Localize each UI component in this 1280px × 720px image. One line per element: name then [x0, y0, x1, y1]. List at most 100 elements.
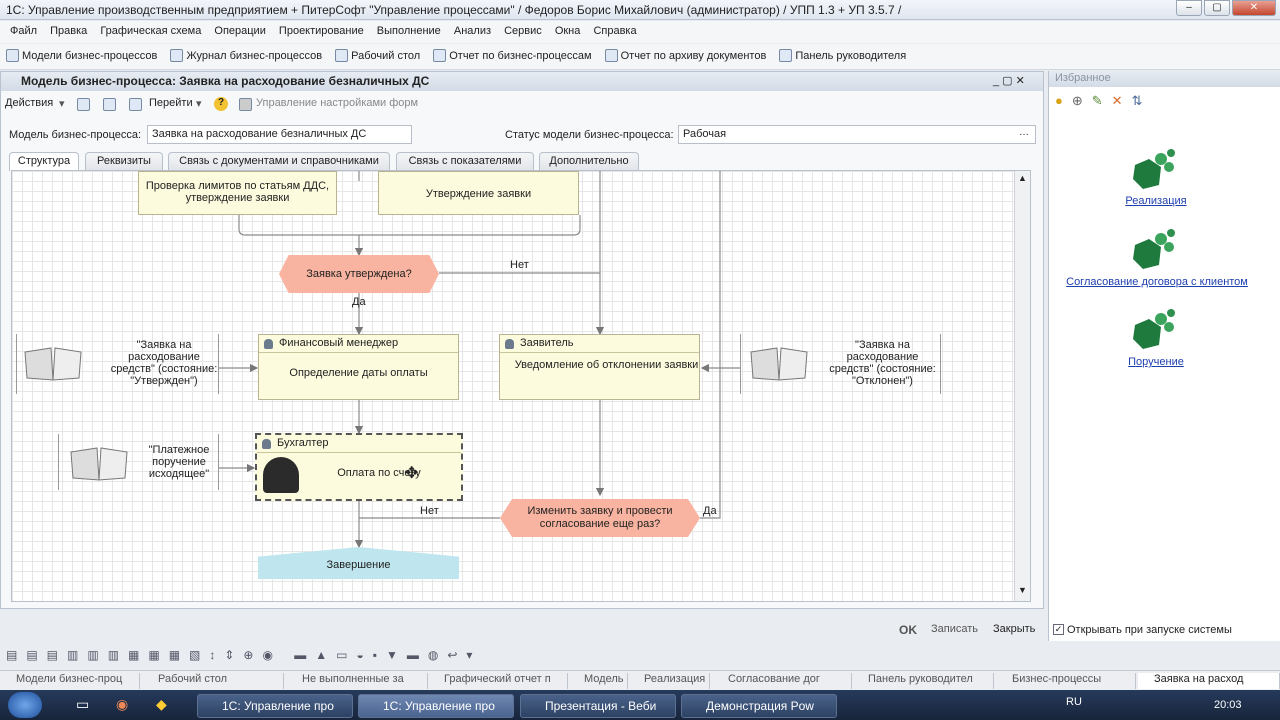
open-on-start-label: Открывать при запуске системы [1067, 624, 1232, 636]
shortcut-process-models[interactable]: Модели бизнес-процессов [0, 44, 161, 62]
document-window: Модель бизнес-процесса: Заявка на расход… [0, 71, 1044, 637]
app-icon[interactable]: ◆ [156, 696, 167, 713]
save-button[interactable]: Записать [931, 623, 978, 635]
favorite-task[interactable]: Поручение [1109, 356, 1203, 368]
shortcut-archive-report[interactable]: Отчет по архиву документов [599, 44, 771, 62]
business-process-icon [1133, 229, 1175, 269]
doc-window-controls[interactable]: _ ▢ ✕ [993, 74, 1025, 87]
tab-doc-links[interactable]: Связь с документами и справочниками [168, 152, 390, 170]
menu-windows[interactable]: Окна [550, 21, 586, 37]
goto-icon[interactable] [129, 98, 142, 111]
scroll-up-icon[interactable]: ▲ [1018, 173, 1027, 183]
manager-icon [779, 49, 793, 62]
shortcut-process-journal[interactable]: Журнал бизнес-процессов [164, 44, 326, 62]
window-tab[interactable]: Не выполненные за [286, 673, 428, 689]
doc-request-rejected[interactable]: "Заявка на расходование средств" (состоя… [740, 334, 941, 394]
tab-attributes[interactable]: Реквизиты [85, 152, 163, 170]
taskbar-app-demo[interactable]: Демонстрация Pow [681, 694, 837, 718]
title-bar: 1С: Управление производственным предприя… [0, 0, 1280, 20]
refresh-icon[interactable] [103, 98, 116, 111]
os-taskbar: ▭ ◉ ◆ 1С: Управление про 1С: Управление … [0, 690, 1280, 720]
open-windows-bar: Модели бизнес-проц Рабочий стол Не выпол… [0, 670, 1280, 690]
window-tab[interactable]: Модели бизнес-проц [0, 673, 140, 689]
document-icon [70, 447, 128, 481]
tab-additional[interactable]: Дополнительно [539, 152, 639, 170]
edit-icon: ✎ [1091, 93, 1112, 108]
decision-change-request[interactable]: Изменить заявку и провести согласование … [500, 499, 700, 537]
menu-execution[interactable]: Выполнение [372, 21, 446, 37]
menu-edit[interactable]: Правка [45, 21, 92, 37]
minimize-button[interactable]: – [1176, 0, 1202, 16]
menu-file[interactable]: Файл [0, 21, 42, 37]
explorer-icon[interactable]: ▭ [76, 696, 89, 713]
document-icon [750, 347, 808, 381]
close-window-button[interactable]: ✕ [1232, 0, 1276, 16]
doc-request-approved[interactable]: "Заявка на расходование средств" (состоя… [16, 334, 219, 394]
favorite-contract-approval[interactable]: Согласование договора с клиентом [1057, 276, 1257, 288]
ok-button[interactable]: OK [899, 623, 917, 637]
status-select-button[interactable]: … [1019, 127, 1029, 138]
task-approve[interactable]: Утверждение заявки [378, 171, 579, 215]
label-no-2: Нет [420, 505, 439, 517]
start-button[interactable] [8, 692, 42, 718]
open-on-start-checkbox[interactable]: ✓ [1053, 624, 1064, 635]
language-indicator[interactable]: RU [1066, 696, 1082, 708]
model-name-field[interactable]: Заявка на расходование безналичных ДС [147, 125, 412, 144]
shortcut-toolbar: Модели бизнес-процессов Журнал бизнес-пр… [0, 44, 1280, 70]
menu-operations[interactable]: Операции [209, 21, 270, 37]
user-icon [505, 339, 514, 349]
tab-structure[interactable]: Структура [9, 152, 79, 171]
diagram-canvas[interactable]: Проверка лимитов по статьям ДДС, утвержд… [11, 170, 1031, 602]
decision-approved[interactable]: Заявка утверждена? [279, 255, 439, 293]
help-icon: ● [1055, 93, 1072, 108]
task-financial-manager[interactable]: Финансовый менеджер Определение даты опл… [258, 334, 459, 400]
business-process-icon [1133, 149, 1175, 189]
task-accountant[interactable]: Бухгалтер Оплата по счету ✥ [255, 433, 463, 501]
window-tab[interactable]: Модель [568, 673, 628, 689]
menu-analysis[interactable]: Анализ [449, 21, 496, 37]
window-tab[interactable]: Рабочий стол [142, 673, 284, 689]
goto-menu[interactable]: Перейти [149, 97, 193, 109]
window-tab[interactable]: Бизнес-процессы [996, 673, 1136, 689]
shortcut-process-report[interactable]: Отчет по бизнес-процессам [427, 44, 595, 62]
browser-icon[interactable]: ◉ [116, 696, 128, 713]
tab-indicator-links[interactable]: Связь с показателями [396, 152, 534, 170]
menu-service[interactable]: Сервис [499, 21, 547, 37]
move-cursor-icon: ✥ [405, 465, 419, 482]
label-yes-1: Да [352, 296, 366, 308]
task-check-limits[interactable]: Проверка лимитов по статьям ДДС, утвержд… [138, 171, 337, 215]
shortcut-desktop[interactable]: Рабочий стол [329, 44, 424, 62]
status-field[interactable]: Рабочая [678, 125, 1036, 144]
diagram-tools-toolbar[interactable]: ▤▤▤▥▥▥▦▦▦▧↕⇕⊕◉ ▬▲▭◒▪▼▬◍↩▾ [6, 648, 616, 666]
favorite-realization[interactable]: Реализация [1109, 195, 1203, 207]
window-tab-active[interactable]: Заявка на расход [1138, 673, 1280, 689]
actions-chevron-icon: ▾ [59, 98, 65, 110]
close-button[interactable]: Закрыть [993, 623, 1035, 635]
document-title: Модель бизнес-процесса: Заявка на расход… [1, 72, 1043, 91]
task-applicant[interactable]: Заявитель Уведомление об отклонении заяв… [499, 334, 700, 400]
business-process-icon [1133, 309, 1175, 349]
window-tab[interactable]: Графический отчет п [428, 673, 568, 689]
scroll-down-icon[interactable]: ▼ [1018, 585, 1027, 595]
clock[interactable]: 20:03 [1214, 699, 1242, 711]
shortcut-manager-panel[interactable]: Панель руководителя [773, 44, 910, 62]
taskbar-app-1c-b[interactable]: 1С: Управление про [358, 694, 514, 718]
menu-help[interactable]: Справка [588, 21, 641, 37]
canvas-scrollbar[interactable]: ▲ ▼ [1014, 171, 1030, 601]
window-tab[interactable]: Реализация [628, 673, 710, 689]
taskbar-app-presentation[interactable]: Презентация - Веби [520, 694, 676, 718]
window-tab[interactable]: Панель руководител [852, 673, 994, 689]
favorites-toolbar[interactable]: ●⊕✎✕⇅ [1055, 93, 1151, 109]
model-label: Модель бизнес-процесса: [9, 129, 142, 141]
menu-design[interactable]: Проектирование [274, 21, 369, 37]
taskbar-app-1c-a[interactable]: 1С: Управление про [197, 694, 353, 718]
menu-graph-scheme[interactable]: Графическая схема [95, 21, 206, 37]
window-tab[interactable]: Согласование дог [712, 673, 852, 689]
back-icon[interactable] [77, 98, 90, 111]
maximize-button[interactable]: ▢ [1204, 0, 1230, 16]
form-settings-button[interactable]: Управление настройками форм [256, 97, 418, 109]
window-title: 1С: Управление производственным предприя… [6, 3, 902, 17]
help-icon[interactable]: ? [214, 97, 228, 111]
actions-menu[interactable]: Действия [5, 97, 53, 109]
doc-payment-order[interactable]: "Платежное поручение исходящее" [58, 434, 219, 490]
